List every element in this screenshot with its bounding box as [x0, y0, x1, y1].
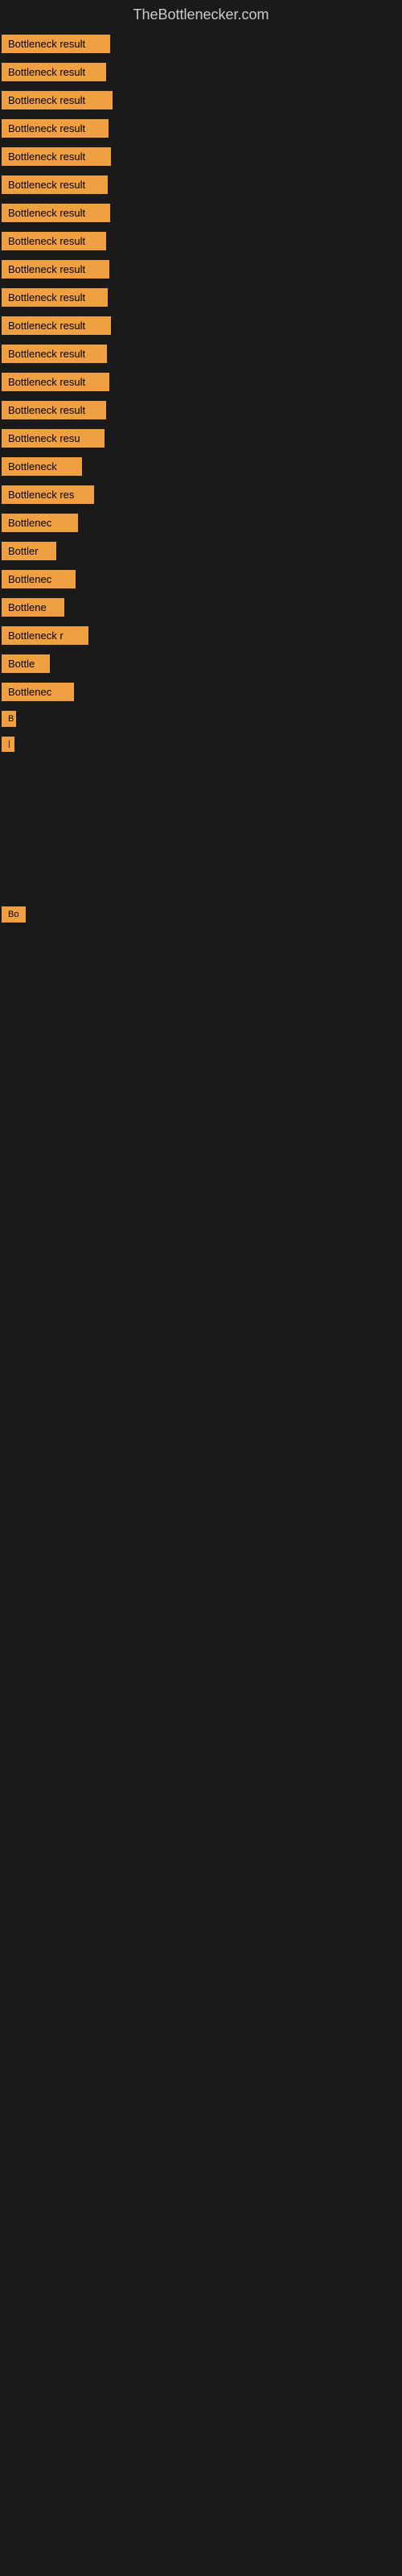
- bottleneck-badge-1[interactable]: Bottleneck result: [2, 35, 110, 53]
- bottleneck-badge-12[interactable]: Bottleneck result: [2, 345, 107, 363]
- bottleneck-row-9: Bottleneck result: [0, 255, 402, 283]
- bottleneck-row-27: [0, 757, 402, 805]
- bottleneck-row-32: [0, 976, 402, 1024]
- bottleneck-row-25: B: [0, 706, 402, 732]
- bottleneck-badge-17[interactable]: Bottleneck res: [2, 485, 94, 504]
- bottleneck-badge-3[interactable]: Bottleneck result: [2, 91, 113, 109]
- bottleneck-row-19: Bottler: [0, 537, 402, 565]
- bottleneck-badge-9[interactable]: Bottleneck result: [2, 260, 109, 279]
- bottleneck-row-34: [0, 1072, 402, 1121]
- bottleneck-row-13: Bottleneck result: [0, 368, 402, 396]
- bottleneck-row-30: Bo: [0, 902, 402, 927]
- bottleneck-row-21: Bottlene: [0, 593, 402, 621]
- bottleneck-badge-2[interactable]: Bottleneck result: [2, 63, 106, 81]
- bottleneck-row-6: Bottleneck result: [0, 171, 402, 199]
- bottleneck-row-5: Bottleneck result: [0, 142, 402, 171]
- bottleneck-row-22: Bottleneck r: [0, 621, 402, 650]
- bottleneck-row-24: Bottlenec: [0, 678, 402, 706]
- bottleneck-row-1: Bottleneck result: [0, 30, 402, 58]
- bottleneck-badge-8[interactable]: Bottleneck result: [2, 232, 106, 250]
- bottleneck-row-33: [0, 1024, 402, 1072]
- bottleneck-badge-21[interactable]: Bottlene: [2, 598, 64, 617]
- bottleneck-badge-5[interactable]: Bottleneck result: [2, 147, 111, 166]
- bottleneck-row-7: Bottleneck result: [0, 199, 402, 227]
- bottleneck-badge-20[interactable]: Bottlenec: [2, 570, 76, 588]
- bottleneck-row-4: Bottleneck result: [0, 114, 402, 142]
- bottleneck-badge-15[interactable]: Bottleneck resu: [2, 429, 105, 448]
- bottleneck-row-12: Bottleneck result: [0, 340, 402, 368]
- bottleneck-row-28: [0, 805, 402, 853]
- bottleneck-badge-16[interactable]: Bottleneck: [2, 457, 82, 476]
- bottleneck-row-17: Bottleneck res: [0, 481, 402, 509]
- bottleneck-row-8: Bottleneck result: [0, 227, 402, 255]
- bottleneck-row-2: Bottleneck result: [0, 58, 402, 86]
- bottleneck-badge-11[interactable]: Bottleneck result: [2, 316, 111, 335]
- bottleneck-badge-13[interactable]: Bottleneck result: [2, 373, 109, 391]
- bottleneck-badge-23[interactable]: Bottle: [2, 654, 50, 673]
- bottleneck-row-20: Bottlenec: [0, 565, 402, 593]
- bottleneck-badge-25[interactable]: B: [2, 711, 16, 727]
- bottleneck-badge-24[interactable]: Bottlenec: [2, 683, 74, 701]
- bottleneck-badge-10[interactable]: Bottleneck result: [2, 288, 108, 307]
- bottleneck-badge-6[interactable]: Bottleneck result: [2, 175, 108, 194]
- bottleneck-row-29: [0, 853, 402, 902]
- bottleneck-badge-22[interactable]: Bottleneck r: [2, 626, 88, 645]
- bottleneck-row-16: Bottleneck: [0, 452, 402, 481]
- bottleneck-row-10: Bottleneck result: [0, 283, 402, 312]
- bottleneck-badge-18[interactable]: Bottlenec: [2, 514, 78, 532]
- site-title: TheBottlenecker.com: [0, 0, 402, 30]
- bottleneck-row-26: |: [0, 732, 402, 757]
- bottleneck-badge-7[interactable]: Bottleneck result: [2, 204, 110, 222]
- bottleneck-row-3: Bottleneck result: [0, 86, 402, 114]
- bottleneck-row-11: Bottleneck result: [0, 312, 402, 340]
- bottleneck-badge-26[interactable]: |: [2, 737, 14, 752]
- bottleneck-row-15: Bottleneck resu: [0, 424, 402, 452]
- bottleneck-badge-30[interactable]: Bo: [2, 906, 26, 923]
- bottleneck-row-14: Bottleneck result: [0, 396, 402, 424]
- bottleneck-badge-4[interactable]: Bottleneck result: [2, 119, 109, 138]
- bottleneck-row-31: [0, 927, 402, 976]
- bottleneck-badge-14[interactable]: Bottleneck result: [2, 401, 106, 419]
- bottleneck-badge-19[interactable]: Bottler: [2, 542, 56, 560]
- bottleneck-row-18: Bottlenec: [0, 509, 402, 537]
- bottleneck-row-23: Bottle: [0, 650, 402, 678]
